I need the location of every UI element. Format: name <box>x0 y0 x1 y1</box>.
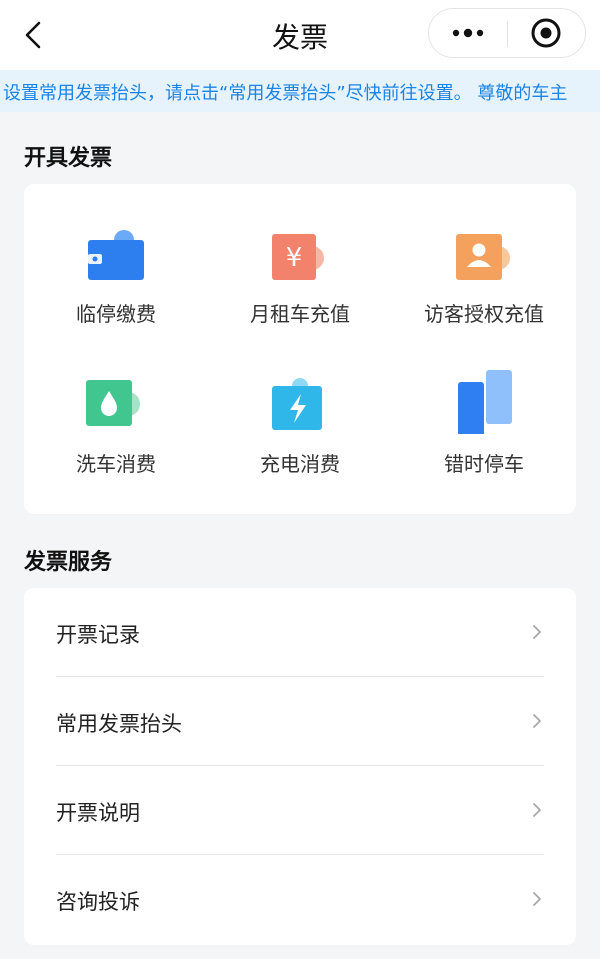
bars-icon <box>458 370 512 434</box>
target-close-icon <box>531 18 561 48</box>
navigation-bar: 发票 <box>0 0 600 70</box>
invoice-services-heading: 发票服务 <box>24 550 113 575</box>
chevron-right-icon <box>533 714 541 728</box>
grid-item-charging[interactable]: 充电消费 <box>208 334 392 476</box>
close-mini-program-button[interactable] <box>507 9 585 57</box>
yuan-icon: ¥ <box>272 234 324 280</box>
grid-item-car-wash[interactable]: 洗车消费 <box>24 334 208 476</box>
list-item-invoice-records[interactable]: 开票记录 <box>56 588 544 677</box>
more-dots-icon <box>452 28 484 38</box>
list-item-label: 咨询投诉 <box>56 890 140 914</box>
list-item-common-invoice-title[interactable]: 常用发票抬头 <box>56 677 544 766</box>
grid-item-temporary-parking[interactable]: 临停缴费 <box>24 184 208 326</box>
grid-item-visitor-recharge[interactable]: 访客授权充值 <box>392 184 576 326</box>
issue-invoice-card: 临停缴费 ¥ 月租车充值 访客授权充值 洗车消费 充电消费 错时停车 <box>24 184 576 514</box>
grid-item-label: 充电消费 <box>260 452 340 476</box>
chevron-right-icon <box>533 892 541 906</box>
grid-item-label: 访客授权充值 <box>424 302 544 326</box>
more-button[interactable] <box>429 9 507 57</box>
back-button[interactable] <box>14 16 52 54</box>
notice-banner: 设置常用发票抬头，请点击“常用发票抬头”尽快前往设置。 尊敬的车主 <box>0 70 600 112</box>
list-item-consult-complaint[interactable]: 咨询投诉 <box>56 855 544 944</box>
list-item-label: 开票说明 <box>56 801 140 825</box>
grid-item-monthly-rental[interactable]: ¥ 月租车充值 <box>208 184 392 326</box>
notice-text: 设置常用发票抬头，请点击“常用发票抬头”尽快前往设置。 尊敬的车主 <box>3 83 568 104</box>
issue-invoice-heading: 开具发票 <box>24 146 113 171</box>
chevron-left-icon <box>25 21 41 49</box>
grid-item-label: 月租车充值 <box>250 302 350 326</box>
grid-item-label: 临停缴费 <box>76 302 156 326</box>
list-item-invoice-instructions[interactable]: 开票说明 <box>56 766 544 855</box>
grid-item-off-peak-parking[interactable]: 错时停车 <box>392 334 576 476</box>
grid-item-label: 洗车消费 <box>76 452 156 476</box>
visitor-icon <box>456 234 510 280</box>
mini-program-capsule <box>428 8 586 58</box>
water-drop-icon <box>86 380 140 426</box>
list-item-label: 常用发票抬头 <box>56 712 182 736</box>
chevron-right-icon <box>533 625 541 639</box>
invoice-services-card: 开票记录 常用发票抬头 开票说明 咨询投诉 <box>24 588 576 945</box>
svg-text:¥: ¥ <box>286 243 303 273</box>
chevron-right-icon <box>533 803 541 817</box>
grid-item-label: 错时停车 <box>444 452 524 476</box>
list-item-label: 开票记录 <box>56 623 140 647</box>
lightning-icon <box>272 378 322 430</box>
wallet-icon <box>88 230 144 280</box>
